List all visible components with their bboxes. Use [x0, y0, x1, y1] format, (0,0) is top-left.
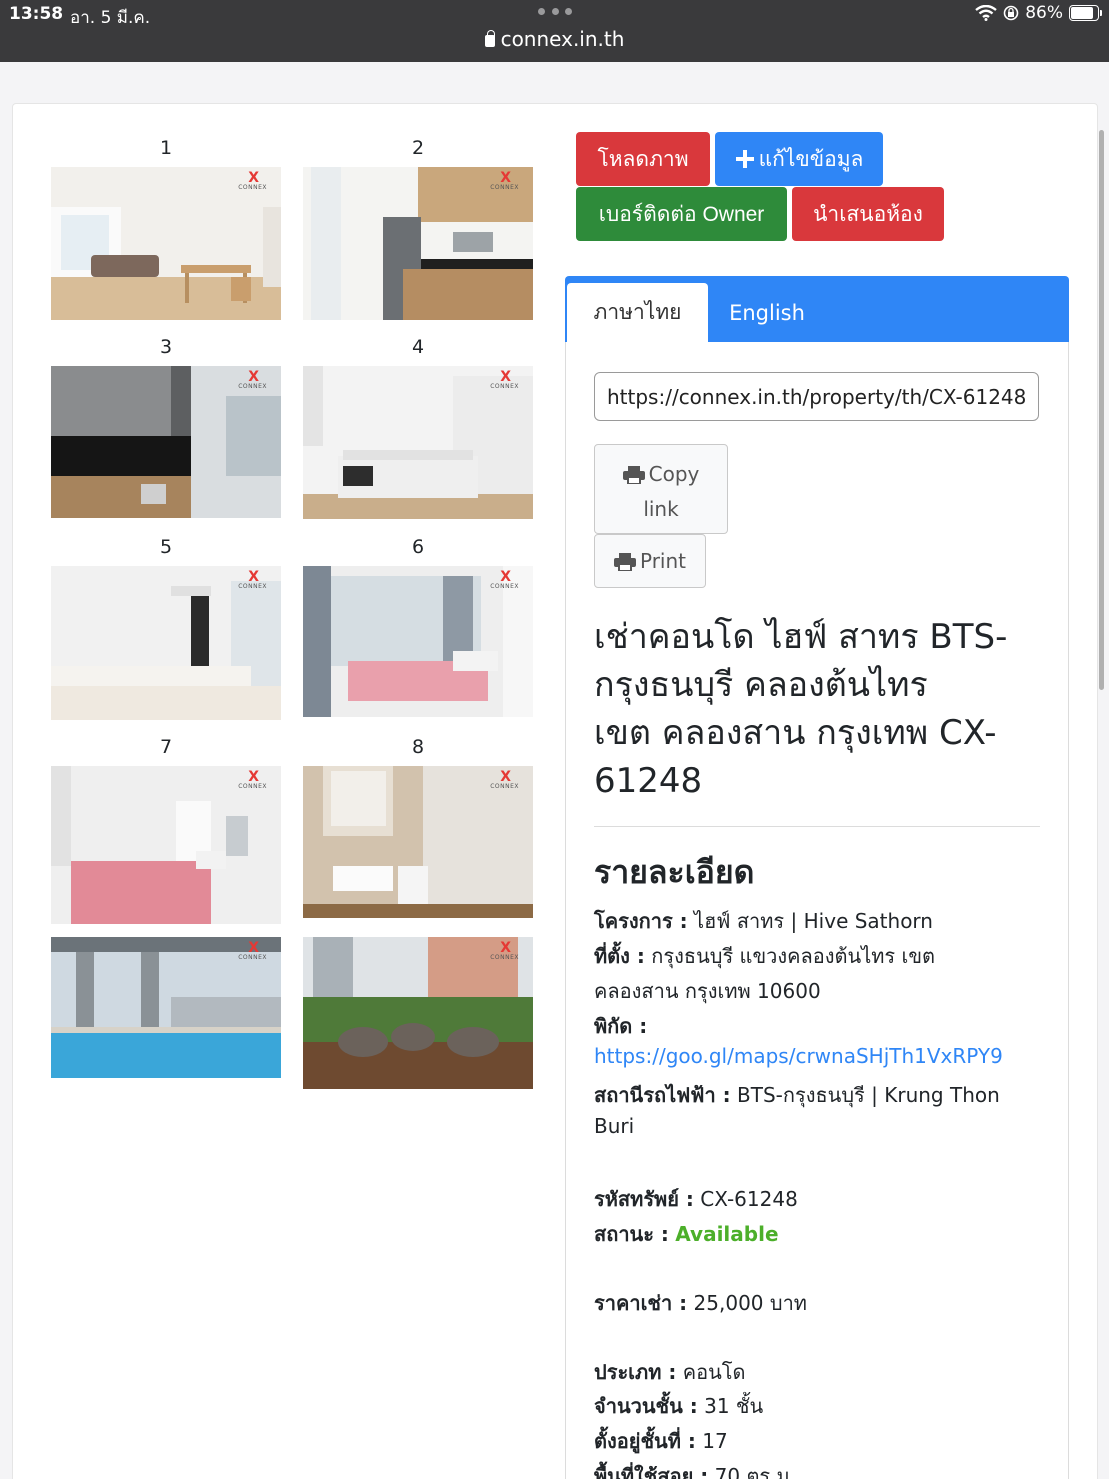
status-icons: 86%	[975, 3, 1102, 23]
clock: 13:58	[9, 4, 64, 24]
address-text: connex.in.th	[500, 27, 625, 51]
watermark-logo: X CONNEX	[238, 940, 267, 961]
rotation-lock-icon	[1003, 5, 1019, 21]
plus-icon	[735, 150, 754, 168]
type-row: ประเภท : คอนโด	[594, 1360, 746, 1384]
photo-thumbnail[interactable]: X CONNEX	[303, 766, 533, 918]
photo-thumbnail[interactable]: X CONNEX	[303, 566, 533, 717]
station-row-cont: Buri	[594, 1114, 635, 1138]
photo-number: 3	[159, 336, 173, 358]
location-row: ที่ตั้ง : กรุงธนบุรี แขวงคลองต้นไทร เขต	[594, 944, 936, 968]
battery-icon	[1069, 5, 1102, 21]
tab-thai[interactable]: ภาษาไทย	[567, 283, 708, 342]
status-row: สถานะ : Available	[594, 1222, 779, 1246]
photo-number: 5	[159, 536, 173, 558]
wifi-icon	[975, 5, 997, 21]
photo-thumbnail[interactable]: X CONNEX	[51, 566, 281, 720]
watermark-logo: X CONNEX	[490, 369, 519, 390]
location-row-cont: คลองสาน กรุงเทพ 10600	[594, 979, 821, 1003]
photo-number: 4	[411, 336, 425, 358]
photo-thumbnail[interactable]: X CONNEX	[51, 937, 281, 1078]
tab-english[interactable]: English	[715, 283, 819, 342]
divider	[594, 826, 1040, 827]
copy-link-button[interactable]: Copy link	[594, 444, 728, 534]
battery-percent: 86%	[1025, 3, 1063, 23]
watermark-logo: X CONNEX	[490, 170, 519, 191]
station-row: สถานีรถไฟฟ้า : BTS-กรุงธนบุรี | Krung Th…	[594, 1083, 1000, 1107]
printer-icon	[613, 553, 636, 571]
lock-icon	[484, 30, 495, 47]
details-heading: รายละเอียด	[594, 853, 755, 891]
code-row: รหัสทรัพย์ : CX-61248	[594, 1187, 798, 1211]
photo-thumbnail[interactable]: X CONNEX	[51, 167, 281, 320]
watermark-logo: X CONNEX	[490, 569, 519, 590]
watermark-logo: X CONNEX	[238, 769, 267, 790]
map-link[interactable]: https://goo.gl/maps/crwnaSHjTh1VxRPY9	[594, 1044, 1003, 1068]
watermark-logo: X CONNEX	[238, 569, 267, 590]
watermark-logo: X CONNEX	[238, 369, 267, 390]
photo-thumbnail[interactable]: X CONNEX	[51, 366, 281, 518]
share-link-input[interactable]	[594, 372, 1039, 421]
multitasking-dots-icon[interactable]	[538, 8, 572, 18]
present-room-button[interactable]: นำเสนอห้อง	[792, 187, 944, 241]
photo-thumbnail[interactable]: X CONNEX	[303, 937, 533, 1089]
photo-thumbnail[interactable]: X CONNEX	[303, 366, 533, 519]
status-bar: 13:58 อา. 5 มี.ค. connex.in.th 86%	[0, 0, 1109, 62]
photo-number: 7	[159, 736, 173, 758]
language-tabs: ภาษาไทย English	[565, 276, 1069, 342]
edit-info-button[interactable]: แก้ไขข้อมูล	[715, 132, 883, 186]
print-button[interactable]: Print	[594, 534, 706, 588]
photo-thumbnail[interactable]: X CONNEX	[303, 167, 533, 320]
area-row: พื้นที่ใช้สอย : 70 ตร.ม.	[594, 1464, 797, 1479]
watermark-logo: X CONNEX	[490, 940, 519, 961]
photo-number: 2	[411, 137, 425, 159]
project-row: โครงการ : ไฮฟ์ สาทร | Hive Sathorn	[594, 909, 933, 933]
price-row: ราคาเช่า : 25,000 บาท	[594, 1291, 807, 1315]
listing-title: เช่าคอนโด ไฮฟ์ สาทร BTS- กรุงธนบุรี คลอง…	[594, 617, 1008, 801]
photo-number: 6	[411, 536, 425, 558]
coords-label: พิกัด :	[594, 1014, 648, 1038]
photo-thumbnail[interactable]: X CONNEX	[51, 766, 281, 924]
status-badge: Available	[675, 1222, 779, 1246]
download-photos-button[interactable]: โหลดภาพ	[576, 132, 710, 186]
floor-row: ตั้งอยู่ชั้นที่ : 17	[594, 1429, 728, 1453]
scrollbar[interactable]	[1099, 130, 1104, 690]
owner-contact-button[interactable]: เบอร์ติดต่อ Owner	[576, 187, 787, 241]
photo-number: 1	[159, 137, 173, 159]
watermark-logo: X CONNEX	[490, 769, 519, 790]
photo-number: 8	[411, 736, 425, 758]
floors-row: จำนวนชั้น : 31 ชั้น	[594, 1394, 764, 1418]
watermark-logo: X CONNEX	[238, 170, 267, 191]
address-bar[interactable]: connex.in.th	[0, 27, 1109, 51]
printer-icon	[622, 466, 645, 484]
